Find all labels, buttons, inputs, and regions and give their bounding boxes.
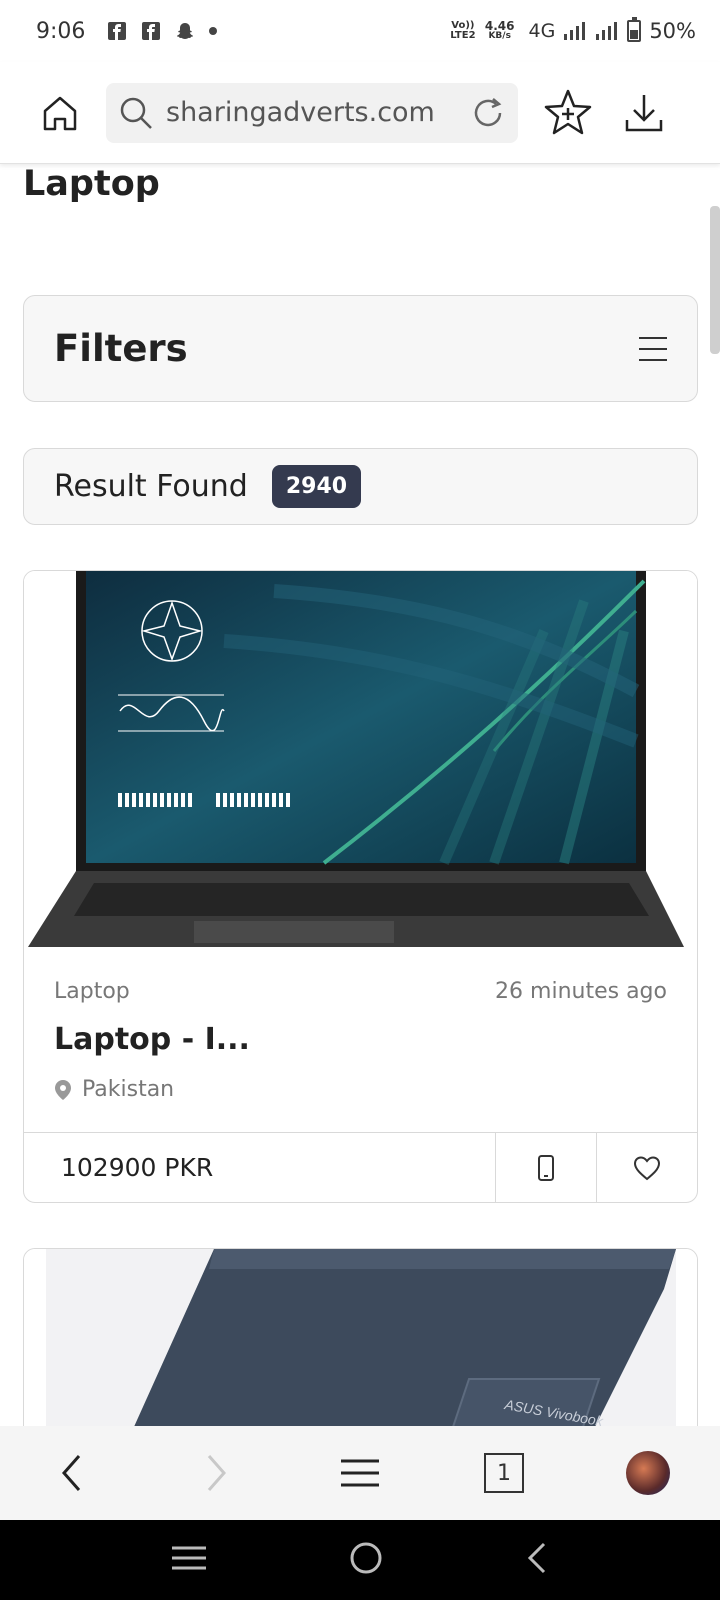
back-system-button[interactable] [526,1541,548,1579]
more-notifications-dot [209,27,218,35]
recent-apps-icon [171,1546,206,1570]
home-icon [43,96,77,130]
download-icon [625,94,663,131]
back-button[interactable] [32,1433,112,1513]
listing-location: Pakistan [54,1077,667,1102]
status-left: 9:06 [36,18,218,44]
search-icon [120,97,152,129]
listing-time: 26 minutes ago [495,979,667,1004]
home-button[interactable] [22,75,98,151]
browser-bottom-nav: 1 [0,1426,720,1520]
system-nav-bar [0,1520,720,1600]
status-time: 9:06 [36,18,86,44]
add-bookmark-button[interactable] [530,75,606,151]
filters-menu-icon[interactable] [639,336,667,361]
result-label: Result Found [54,469,248,504]
signal-icon [596,22,618,40]
screen: 9:06 Vo)) LTE2 4.46 KB/s 4G 50% sharinga… [0,0,720,1600]
page-title: Laptop [23,164,160,204]
home-system-button[interactable] [349,1541,383,1579]
menu-icon [341,1459,379,1487]
tab-count: 1 [484,1453,524,1493]
listing-footer: 102900 PKR [24,1132,697,1202]
page-scrollbar[interactable] [710,206,720,354]
speed-value: 4.46 [484,19,515,33]
star-add-icon [544,89,592,134]
status-right: Vo)) LTE2 4.46 KB/s 4G 50% [449,17,696,43]
listing-image[interactable]: ASUS Vivobook [24,1249,698,1448]
facebook-icon [108,22,127,40]
network-type: 4G [528,20,556,42]
location-pin-icon [55,1079,71,1100]
listing-location-text: Pakistan [82,1077,175,1102]
listing-title[interactable]: Laptop - I... [54,1022,667,1057]
reload-icon[interactable] [470,95,506,131]
url-bar[interactable]: sharingadverts.com [106,82,518,143]
filters-panel[interactable]: Filters [23,295,698,402]
download-button[interactable] [606,75,682,151]
recent-apps-button[interactable] [171,1545,206,1575]
signal-icon [564,22,586,40]
forward-button[interactable] [176,1433,256,1513]
listing-body: Laptop 26 minutes ago Laptop - I... Paki… [24,947,697,1131]
battery-icon [627,17,642,42]
call-button[interactable] [495,1133,596,1202]
favorite-button[interactable] [596,1133,697,1202]
phone-icon [538,1154,554,1181]
lte-indicator: Vo)) LTE2 [450,20,476,41]
snapchat-icon [177,23,194,39]
back-chevron-icon [528,1542,546,1574]
url-text[interactable]: sharingadverts.com [166,97,470,128]
listing-card[interactable]: ASUS Vivobook [23,1248,698,1448]
battery-percent: 50% [649,19,696,43]
listing-card[interactable]: Laptop 26 minutes ago Laptop - I... Paki… [23,570,698,1203]
result-count-badge: 2940 [271,465,362,508]
chevron-right-icon [207,1455,227,1491]
avatar [626,1451,670,1495]
listing-image[interactable] [24,571,697,947]
facebook-icon [142,22,161,40]
menu-button[interactable] [320,1433,400,1513]
listing-price: 102900 PKR [61,1153,214,1182]
filters-title: Filters [54,327,188,370]
heart-icon [633,1155,661,1180]
result-count-bar: Result Found 2940 [23,448,698,525]
listing-meta: Laptop 26 minutes ago [54,979,667,1004]
speed-unit: KB/s [488,31,511,41]
home-circle-icon [350,1542,382,1574]
chevron-left-icon [61,1455,81,1491]
profile-button[interactable] [608,1433,688,1513]
tabs-button[interactable]: 1 [464,1433,544,1513]
laptop-image [24,571,697,947]
browser-toolbar: sharingadverts.com [0,62,720,164]
status-bar: 9:06 Vo)) LTE2 4.46 KB/s 4G 50% [0,0,720,62]
listing-category[interactable]: Laptop [54,979,130,1004]
network-speed: 4.46 KB/s [484,19,515,41]
